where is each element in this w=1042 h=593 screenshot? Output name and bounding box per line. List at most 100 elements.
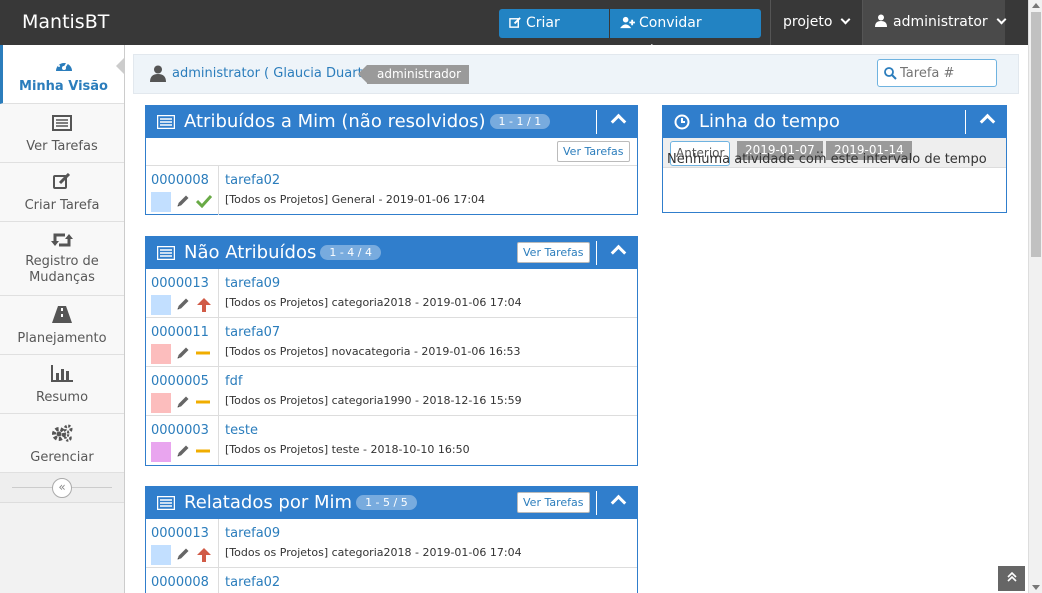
table-row: 0000013 tarefa09 [Todos os Projetos] categ… <box>146 519 637 568</box>
status-badge <box>151 442 171 462</box>
divider <box>596 241 597 265</box>
status-badge <box>151 545 171 565</box>
issue-list: 0000013 tarefa09 [Todos os Projetos] categ… <box>146 519 637 593</box>
arrow-up-icon <box>197 548 211 562</box>
status-badge <box>151 344 171 364</box>
scroll-thumb[interactable] <box>1031 12 1041 257</box>
widget-assigned: Atribuídos a Mim (não resolvidos) 1 - 1 /… <box>145 105 638 215</box>
issue-summary-link[interactable]: tarefa09 <box>225 276 280 291</box>
minus-icon <box>196 449 210 453</box>
scroll-down-icon[interactable] <box>1032 585 1040 591</box>
sidebar-collapse-button[interactable]: « <box>52 478 72 498</box>
widget-header: Atribuídos a Mim (não resolvidos) 1 - 1 /… <box>146 106 637 138</box>
brand-logo[interactable]: MantisBT <box>22 11 109 33</box>
widget-title: Não Atribuídos 1 - 4 / 4 <box>184 242 382 263</box>
issue-id-link[interactable]: 0000003 <box>151 423 209 438</box>
pencil-icon[interactable] <box>176 547 190 561</box>
navbar: MantisBT Criar Tarefa Convidar Usuários … <box>0 0 1028 60</box>
issue-id-link[interactable]: 0000008 <box>151 173 209 188</box>
sidebar-item-my-view[interactable]: Minha Visão <box>0 45 125 104</box>
chevron-up-icon[interactable] <box>610 113 627 130</box>
chevron-up-icon[interactable] <box>979 113 996 130</box>
bar-chart-icon <box>51 365 73 382</box>
issue-list: 0000008 tarefa02 [Todos os Projetos] Gener… <box>146 166 637 215</box>
invite-users-button[interactable]: Convidar Usuários <box>610 9 761 60</box>
chevron-down-icon <box>996 14 1007 25</box>
sidebar-item-label: Ver Tarefas <box>26 139 98 154</box>
sidebar-item-label: Planejamento <box>17 331 107 346</box>
search-icon <box>884 67 897 80</box>
chevron-up-icon[interactable] <box>610 494 627 511</box>
status-badge <box>151 393 171 413</box>
issue-meta: [Todos os Projetos] categoria2018 - 2019… <box>225 296 522 309</box>
page-scrollbar[interactable] <box>1028 0 1042 593</box>
sidebar-item-changelog[interactable]: Registro de Mudanças <box>0 222 124 296</box>
list-icon <box>157 115 175 129</box>
pencil-icon[interactable] <box>176 194 190 208</box>
project-menu[interactable]: projeto <box>770 0 862 45</box>
issue-id-link[interactable]: 0000013 <box>151 276 209 291</box>
divider <box>596 110 597 134</box>
pencil-icon[interactable] <box>176 297 190 311</box>
create-issue-button[interactable]: Criar Tarefa <box>499 9 609 60</box>
view-issues-button[interactable]: Ver Tarefas <box>517 492 590 513</box>
sidebar-item-label: Criar Tarefa <box>24 198 100 213</box>
issue-id-link[interactable]: 0000013 <box>151 526 209 541</box>
divider <box>965 110 966 134</box>
minus-icon <box>196 351 210 355</box>
sidebar-item-summary[interactable]: Resumo <box>0 355 124 414</box>
user-icon <box>875 14 887 27</box>
issue-id-link[interactable]: 0000005 <box>151 374 209 389</box>
chevron-up-icon[interactable] <box>610 244 627 261</box>
issue-id-cell: 0000005 <box>146 367 219 415</box>
issue-summary-link[interactable]: tarefa07 <box>225 325 280 340</box>
user-profile-link[interactable]: administrator ( Glaucia Duarte ) <box>172 66 380 81</box>
issue-summary-link[interactable]: teste <box>225 423 258 438</box>
sidebar-item-create-issue[interactable]: Criar Tarefa <box>0 163 124 222</box>
pencil-icon[interactable] <box>176 444 190 458</box>
edit-icon <box>509 17 521 28</box>
issue-id-link[interactable]: 0000011 <box>151 325 209 340</box>
double-chevron-up-icon <box>1006 571 1017 582</box>
issue-search[interactable] <box>877 59 997 87</box>
minus-icon <box>196 400 210 404</box>
issue-meta: [Todos os Projetos] categoria1990 - 2018… <box>225 394 522 407</box>
sidebar-item-label: Minha Visão <box>19 79 108 94</box>
scroll-to-top-button[interactable] <box>998 566 1025 591</box>
sidebar-item-manage[interactable]: Gerenciar <box>0 414 124 473</box>
search-input[interactable] <box>900 63 992 83</box>
sidebar-item-label: Gerenciar <box>30 450 94 465</box>
arrow-up-icon <box>197 298 211 312</box>
widget-title: Relatados por Mim 1 - 5 / 5 <box>184 492 417 513</box>
user-menu[interactable]: administrator <box>862 0 1007 45</box>
issue-summary-link[interactable]: tarefa09 <box>225 526 280 541</box>
issue-id-cell: 0000008 <box>146 568 219 593</box>
sidebar-item-roadmap[interactable]: Planejamento <box>0 296 124 355</box>
widget-header: Linha do tempo <box>663 106 1006 138</box>
view-issues-button[interactable]: Ver Tarefas <box>557 141 630 162</box>
count-badge: 1 - 1 / 1 <box>489 114 551 129</box>
view-issues-button[interactable]: Ver Tarefas <box>517 242 590 263</box>
check-icon <box>196 194 212 208</box>
issue-meta: [Todos os Projetos] General - 2019-01-06… <box>225 193 486 206</box>
user-plus-icon <box>620 16 635 29</box>
widget-timeline: Linha do tempo Anterior 2019-01-07 .. 20… <box>662 105 1007 213</box>
role-badge: administrador <box>357 65 470 84</box>
pencil-icon[interactable] <box>176 346 190 360</box>
issue-list: 0000013 tarefa09 [Todos os Projetos] categ… <box>146 269 637 465</box>
scroll-up-icon[interactable] <box>1032 2 1040 8</box>
issue-summary-link[interactable]: tarefa02 <box>225 575 280 590</box>
sidebar-item-label: Resumo <box>35 390 89 405</box>
count-badge: 1 - 5 / 5 <box>356 495 417 510</box>
table-row: 0000013 tarefa09 [Todos os Projetos] categ… <box>146 269 637 318</box>
table-row: 0000008 tarefa02 <box>146 568 637 593</box>
sidebar-item-view-issues[interactable]: Ver Tarefas <box>0 104 124 163</box>
issue-meta: [Todos os Projetos] categoria2018 - 2019… <box>225 546 522 559</box>
issue-id-link[interactable]: 0000008 <box>151 575 209 590</box>
pencil-icon[interactable] <box>176 395 190 409</box>
road-icon <box>52 306 72 323</box>
issue-summary-link[interactable]: fdf <box>225 374 242 389</box>
list-icon <box>157 246 175 260</box>
project-label: projeto <box>783 14 833 30</box>
issue-summary-link[interactable]: tarefa02 <box>225 173 280 188</box>
